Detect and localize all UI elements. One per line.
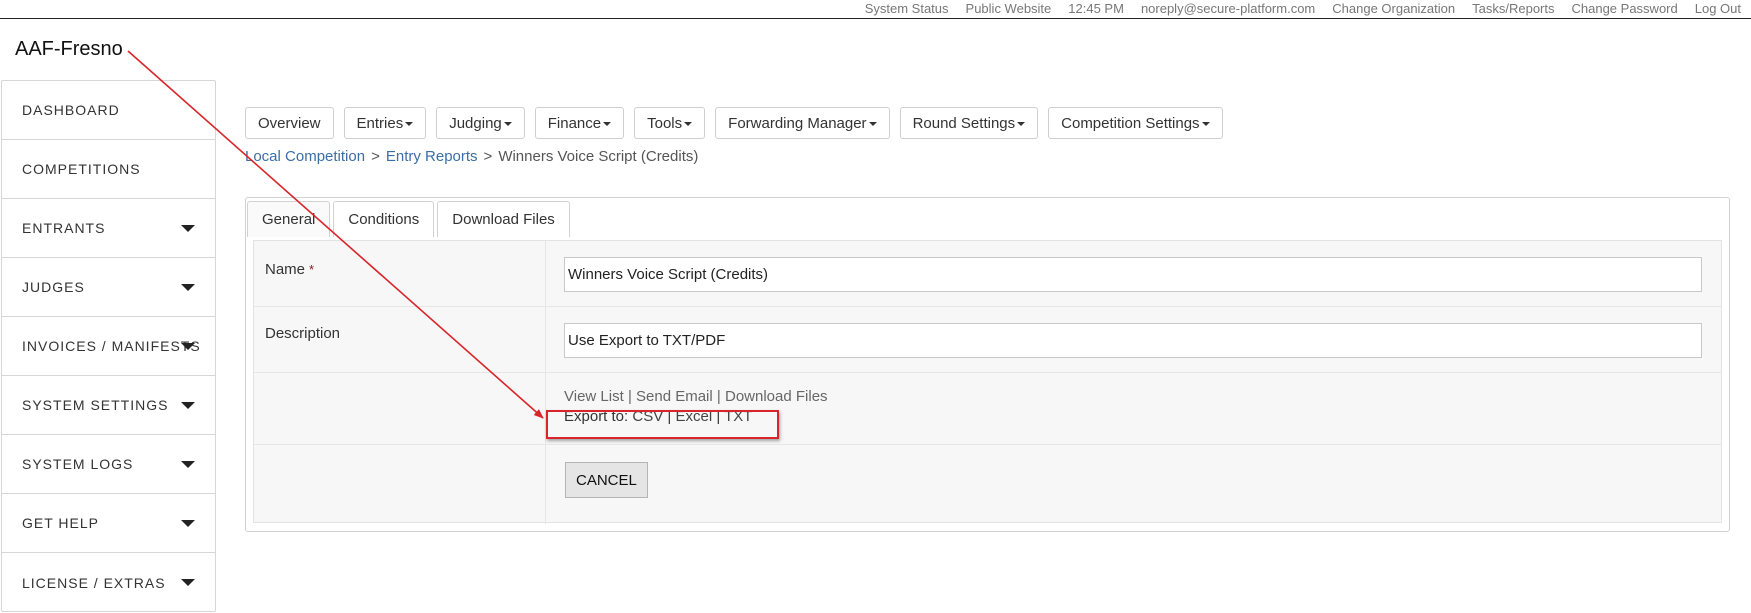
sidebar-item-label: INVOICES / MANIFESTS xyxy=(22,338,201,354)
report-action-links: View List | Send Email | Download Files xyxy=(564,388,828,405)
view-list-link[interactable]: View List xyxy=(564,388,624,405)
nav-button-label: Finance xyxy=(547,114,602,132)
sidebar-item-get-help[interactable]: GET HELP xyxy=(2,494,215,553)
sidebar-item-dashboard[interactable]: DASHBOARD xyxy=(2,81,215,140)
caret-down-icon xyxy=(181,343,195,350)
sidebar: DASHBOARD COMPETITIONS ENTRANTS JUDGES I… xyxy=(1,80,216,612)
nav-button-label: Judging xyxy=(449,114,502,132)
caret-down-icon xyxy=(603,122,612,126)
sidebar-item-invoices-manifests[interactable]: INVOICES / MANIFESTS xyxy=(2,317,215,376)
sidebar-item-system-settings[interactable]: SYSTEM SETTINGS xyxy=(2,376,215,435)
tab-bar: General Conditions Download Files xyxy=(246,201,570,237)
caret-down-icon xyxy=(181,461,195,468)
finance-dropdown-button[interactable]: Finance xyxy=(534,107,625,139)
tab-general[interactable]: General xyxy=(247,201,331,237)
sidebar-item-label: ENTRANTS xyxy=(22,220,106,236)
caret-down-icon xyxy=(868,122,877,126)
sidebar-item-label: JUDGES xyxy=(22,279,85,295)
link-separator: | xyxy=(716,388,721,405)
competition-nav: Overview Entries Judging Finance Tools F… xyxy=(245,107,1223,139)
entries-dropdown-button[interactable]: Entries xyxy=(343,107,427,139)
annotation-highlight-box xyxy=(546,410,779,439)
label-column xyxy=(254,445,546,524)
caret-down-icon xyxy=(181,520,195,527)
sidebar-item-competitions[interactable]: COMPETITIONS xyxy=(2,140,215,199)
name-label: Name * xyxy=(265,261,314,278)
organization-title: AAF-Fresno xyxy=(15,38,123,60)
name-row: Name * Winners Voice Script (Credits) xyxy=(254,241,1721,307)
sidebar-item-label: COMPETITIONS xyxy=(22,161,141,177)
overview-button[interactable]: Overview xyxy=(245,107,334,139)
sidebar-item-label: SYSTEM LOGS xyxy=(22,456,134,472)
current-time: 12:45 PM xyxy=(1068,1,1124,16)
cancel-button[interactable]: CANCEL xyxy=(565,462,648,498)
breadcrumb-current-page: Winners Voice Script (Credits) xyxy=(498,148,699,165)
nav-button-label: Competition Settings xyxy=(1061,114,1200,132)
system-status-link[interactable]: System Status xyxy=(865,1,949,16)
change-organization-link[interactable]: Change Organization xyxy=(1332,1,1455,16)
sidebar-item-system-logs[interactable]: SYSTEM LOGS xyxy=(2,435,215,494)
name-label-text: Name xyxy=(265,261,306,278)
sidebar-item-label: SYSTEM SETTINGS xyxy=(22,397,169,413)
log-out-link[interactable]: Log Out xyxy=(1695,1,1741,16)
breadcrumb: Local Competition > Entry Reports > Winn… xyxy=(245,148,698,165)
description-label: Description xyxy=(265,325,341,342)
name-input[interactable]: Winners Voice Script (Credits) xyxy=(564,257,1702,292)
send-email-link[interactable]: Send Email xyxy=(636,388,713,405)
change-password-link[interactable]: Change Password xyxy=(1572,1,1678,16)
top-utility-bar: System Status Public Website 12:45 PM no… xyxy=(0,0,1751,19)
nav-button-label: Entries xyxy=(356,114,404,132)
public-website-link[interactable]: Public Website xyxy=(966,1,1052,16)
sidebar-item-label: LICENSE / EXTRAS xyxy=(22,574,166,591)
actions-row: View List | Send Email | Download Files … xyxy=(254,373,1721,445)
forwarding-manager-dropdown-button[interactable]: Forwarding Manager xyxy=(715,107,890,139)
caret-down-icon xyxy=(181,579,195,586)
caret-down-icon xyxy=(503,122,512,126)
description-row: Description Use Export to TXT/PDF xyxy=(254,307,1721,373)
caret-down-icon xyxy=(1201,122,1210,126)
nav-button-label: Round Settings xyxy=(912,114,1016,132)
label-column xyxy=(254,373,546,444)
tools-dropdown-button[interactable]: Tools xyxy=(634,107,706,139)
description-input[interactable]: Use Export to TXT/PDF xyxy=(564,323,1702,358)
required-icon: * xyxy=(309,262,315,277)
download-files-link[interactable]: Download Files xyxy=(725,388,828,405)
caret-down-icon xyxy=(181,225,195,232)
sidebar-item-license-extras[interactable]: LICENSE / EXTRAS xyxy=(2,553,215,612)
caret-down-icon xyxy=(1017,122,1026,126)
breadcrumb-local-competition[interactable]: Local Competition xyxy=(245,148,365,165)
caret-down-icon xyxy=(181,402,195,409)
competition-settings-dropdown-button[interactable]: Competition Settings xyxy=(1048,107,1223,139)
breadcrumb-entry-reports[interactable]: Entry Reports xyxy=(386,148,478,165)
report-panel: General Conditions Download Files Name * … xyxy=(245,197,1730,532)
link-separator: | xyxy=(627,388,632,405)
user-email: noreply@secure-platform.com xyxy=(1140,1,1316,16)
caret-down-icon xyxy=(181,284,195,291)
breadcrumb-separator: > xyxy=(483,148,493,165)
breadcrumb-separator: > xyxy=(371,148,380,165)
nav-button-label: Overview xyxy=(258,114,321,132)
tasks-reports-link[interactable]: Tasks/Reports xyxy=(1472,1,1554,16)
sidebar-item-label: GET HELP xyxy=(22,515,99,531)
nav-button-label: Forwarding Manager xyxy=(728,114,867,132)
sidebar-item-entrants[interactable]: ENTRANTS xyxy=(2,199,215,258)
tab-conditions[interactable]: Conditions xyxy=(333,201,435,237)
sidebar-item-label: DASHBOARD xyxy=(22,102,120,118)
cancel-row: CANCEL xyxy=(254,445,1721,524)
round-settings-dropdown-button[interactable]: Round Settings xyxy=(899,107,1039,139)
tab-download-files[interactable]: Download Files xyxy=(437,201,570,237)
caret-down-icon xyxy=(684,122,693,126)
judging-dropdown-button[interactable]: Judging xyxy=(436,107,525,139)
general-form: Name * Winners Voice Script (Credits) Des… xyxy=(253,240,1722,524)
sidebar-item-judges[interactable]: JUDGES xyxy=(2,258,215,317)
nav-button-label: Tools xyxy=(647,114,683,132)
caret-down-icon xyxy=(405,122,414,126)
top-links: System Status Public Website 12:45 PM no… xyxy=(865,1,1741,16)
